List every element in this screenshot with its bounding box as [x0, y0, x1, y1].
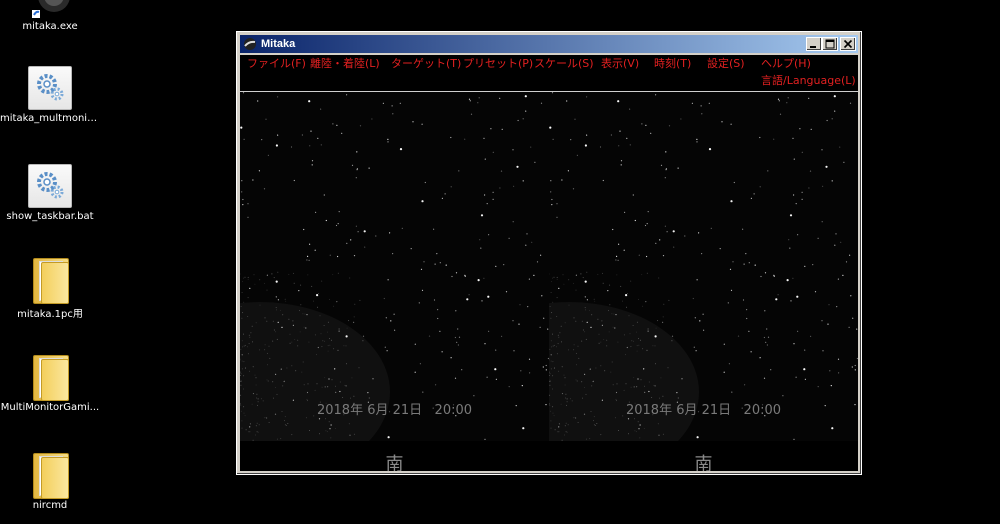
desktop-icon-label: MultiMonitorGami...: [0, 402, 100, 413]
desktop-icon-mitaka-multmonitor[interactable]: mitaka_multmonit...: [0, 66, 100, 124]
maximize-icon: [825, 39, 835, 49]
mitaka-client-area: ファイル(F) 離陸・着陸(L) ターゲット(T) プリセット(P) スケール(…: [240, 55, 858, 471]
direction-label: 南: [694, 454, 713, 471]
menu-view[interactable]: 表示(V): [601, 57, 639, 71]
desktop-icon-show-taskbar[interactable]: show_taskbar.bat: [0, 164, 100, 222]
date-time-display: 2018年 6月 21日 20:00: [625, 403, 782, 418]
starfield: [240, 92, 549, 441]
maximize-button[interactable]: [822, 37, 838, 51]
desktop: mitaka.exe mitaka_multmonit... show_task…: [0, 0, 1000, 524]
desktop-icon-label: mitaka.exe: [22, 21, 78, 32]
menu-takeoff-landing[interactable]: 離陸・着陸(L): [310, 57, 380, 71]
menu-language[interactable]: 言語/Language(L): [761, 74, 856, 88]
desktop-icon-mitaka-exe[interactable]: mitaka.exe: [0, 0, 100, 32]
menu-preset[interactable]: プリセット(P): [463, 57, 533, 71]
desktop-icon-mitaka-1pc[interactable]: mitaka.1pc用: [0, 258, 100, 320]
menu-help[interactable]: ヘルプ(H): [761, 57, 811, 71]
menu-scale[interactable]: スケール(S): [534, 57, 594, 71]
star-view-left[interactable]: 2018年 6月 21日 20:00 南: [240, 92, 549, 471]
title-bar[interactable]: Mitaka: [240, 35, 858, 53]
minimize-icon: [810, 46, 816, 48]
minimize-button[interactable]: [806, 37, 822, 51]
starfield: [549, 92, 858, 441]
menu-time[interactable]: 時刻(T): [654, 57, 691, 71]
folder-icon: [33, 258, 69, 304]
date-time-display: 2018年 6月 21日 20:00: [316, 403, 473, 418]
desktop-icon-multimonitorgaming[interactable]: MultiMonitorGami...: [0, 355, 100, 413]
mitaka-window: Mitaka ファイル(F) 離陸・着陸(L) ターゲット(T) プリセット(P…: [236, 31, 862, 475]
close-icon: [843, 39, 853, 49]
bat-file-icon: [28, 66, 72, 110]
desktop-icon-nircmd[interactable]: nircmd: [0, 453, 100, 511]
folder-icon: [33, 355, 69, 401]
folder-icon: [33, 453, 69, 499]
direction-label: 南: [385, 454, 404, 471]
mitaka-app-icon: [244, 38, 256, 50]
desktop-icon-label: mitaka_multmonit...: [0, 113, 100, 124]
star-view-right[interactable]: 2018年 6月 21日 20:00 南: [549, 92, 858, 471]
window-title: Mitaka: [261, 38, 296, 50]
close-button[interactable]: [840, 37, 856, 51]
mitaka-exe-icon: [28, 0, 72, 18]
menu-target[interactable]: ターゲット(T): [391, 57, 461, 71]
desktop-icon-label: nircmd: [32, 500, 68, 511]
desktop-icon-label: mitaka.1pc用: [17, 309, 83, 320]
menu-bar: ファイル(F) 離陸・着陸(L) ターゲット(T) プリセット(P) スケール(…: [240, 55, 858, 91]
menu-file[interactable]: ファイル(F): [247, 57, 306, 71]
bat-file-icon: [28, 164, 72, 208]
desktop-icon-label: show_taskbar.bat: [6, 211, 94, 222]
menu-settings[interactable]: 設定(S): [707, 57, 745, 71]
